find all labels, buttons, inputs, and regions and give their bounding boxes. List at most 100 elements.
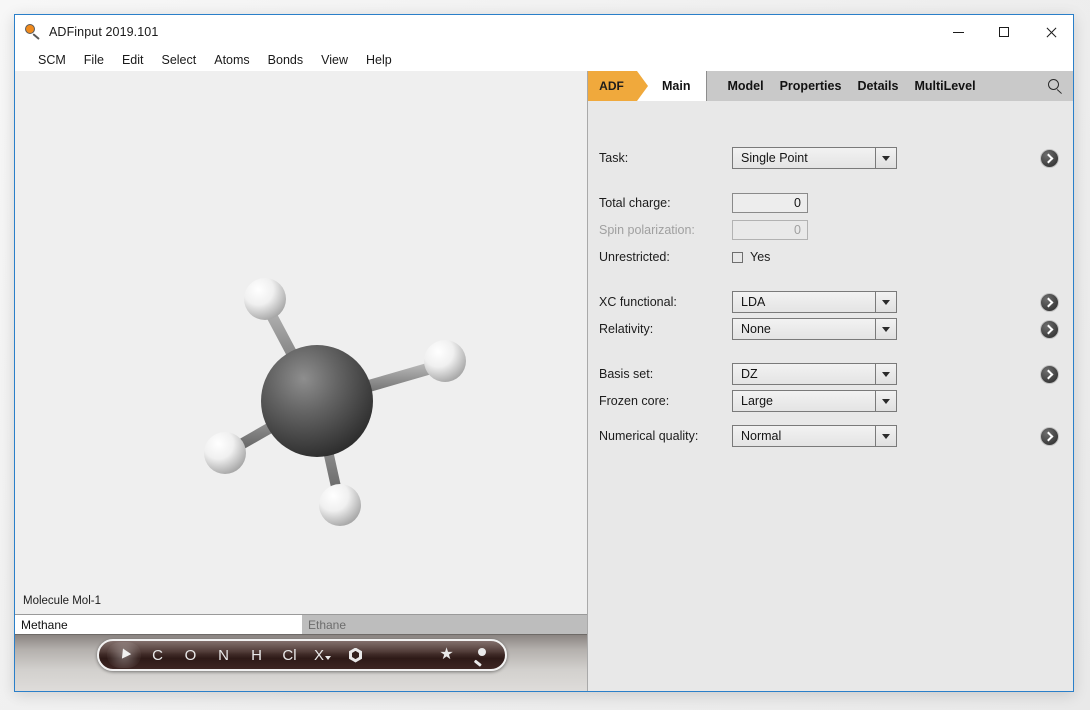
tool-settings[interactable]: ⚙ xyxy=(496,642,505,668)
task-detail-button[interactable] xyxy=(1040,148,1059,168)
row-xc-functional: XC functional: LDA xyxy=(588,291,1073,313)
basis-set-value: DZ xyxy=(733,364,875,384)
title-bar: ADFinput 2019.101 xyxy=(15,15,1073,49)
unrestricted-checkbox[interactable]: Yes xyxy=(732,250,770,264)
frozen-core-value: Large xyxy=(733,391,875,411)
row-spin-polarization: Spin polarization: 0 xyxy=(588,219,1073,241)
task-value: Single Point xyxy=(733,148,875,168)
close-button[interactable] xyxy=(1027,15,1073,49)
methane-molecule xyxy=(204,278,466,526)
tool-chlorine[interactable]: Cl xyxy=(273,642,306,668)
numerical-quality-value: Normal xyxy=(733,426,875,446)
tool-carbon[interactable]: C xyxy=(141,642,174,668)
unrestricted-label: Unrestricted: xyxy=(599,250,670,264)
tool-favorites[interactable]: ★ xyxy=(430,642,463,668)
unrestricted-yes-label: Yes xyxy=(750,250,771,264)
xc-functional-detail-button[interactable] xyxy=(1040,292,1059,312)
numerical-quality-label: Numerical quality: xyxy=(599,429,699,443)
row-total-charge: Total charge: 0 xyxy=(588,192,1073,214)
application-window: ADFinput 2019.101 SCM File Edit Select A… xyxy=(14,14,1074,692)
tab-adf[interactable]: ADF xyxy=(588,71,648,101)
row-numerical-quality: Numerical quality: Normal xyxy=(588,425,1073,447)
caret-down-icon xyxy=(325,655,331,660)
maximize-button[interactable] xyxy=(981,15,1027,49)
relativity-label: Relativity: xyxy=(599,322,654,336)
tool-pin[interactable] xyxy=(463,642,496,668)
xc-functional-value: LDA xyxy=(733,292,875,312)
spin-polarization-input: 0 xyxy=(732,220,808,240)
menu-bonds[interactable]: Bonds xyxy=(259,51,312,69)
basis-set-label: Basis set: xyxy=(599,367,654,381)
menu-atoms[interactable]: Atoms xyxy=(205,51,258,69)
maximize-icon xyxy=(999,27,1009,37)
window-title: ADFinput 2019.101 xyxy=(49,25,159,39)
chevron-right-icon xyxy=(1043,297,1054,307)
tab-multilevel[interactable]: MultiLevel xyxy=(906,79,983,93)
tab-properties[interactable]: Properties xyxy=(772,79,850,93)
chevron-down-icon xyxy=(875,426,896,446)
pin-icon xyxy=(473,647,486,667)
search-icon xyxy=(1048,79,1062,94)
search-button[interactable] xyxy=(1037,71,1073,101)
frozen-core-dropdown[interactable]: Large xyxy=(732,390,897,412)
cursor-arrow-icon xyxy=(117,648,131,662)
chevron-right-icon xyxy=(1043,431,1054,441)
menu-view[interactable]: View xyxy=(312,51,357,69)
total-charge-label: Total charge: xyxy=(599,196,671,210)
chevron-right-icon xyxy=(1043,324,1054,334)
xc-functional-dropdown[interactable]: LDA xyxy=(732,291,897,313)
numerical-quality-detail-button[interactable] xyxy=(1040,426,1059,446)
numerical-quality-dropdown[interactable]: Normal xyxy=(732,425,897,447)
menu-select[interactable]: Select xyxy=(152,51,205,69)
molecule-name-input[interactable]: Methane xyxy=(15,615,302,634)
basis-set-detail-button[interactable] xyxy=(1040,364,1059,384)
molecule-viewport[interactable]: Molecule Mol-1 xyxy=(15,71,587,614)
total-charge-input[interactable]: 0 xyxy=(732,193,808,213)
left-pane: Molecule Mol-1 Methane Ethane C O N H Cl… xyxy=(15,71,588,691)
basis-set-dropdown[interactable]: DZ xyxy=(732,363,897,385)
chevron-down-icon xyxy=(875,364,896,384)
relativity-detail-button[interactable] xyxy=(1040,319,1059,339)
carbon-atom xyxy=(261,345,373,457)
menu-edit[interactable]: Edit xyxy=(113,51,153,69)
checkbox-icon xyxy=(732,251,743,263)
tool-select-cursor[interactable] xyxy=(107,642,141,668)
tool-oxygen[interactable]: O xyxy=(174,642,207,668)
chevron-down-icon xyxy=(875,292,896,312)
settings-pane: ADF Main Model Properties Details MultiL… xyxy=(588,71,1073,691)
task-dropdown[interactable]: Single Point xyxy=(732,147,897,169)
chevron-down-icon xyxy=(875,319,896,339)
close-icon xyxy=(1045,27,1056,38)
desktop-background: ADFinput 2019.101 SCM File Edit Select A… xyxy=(0,0,1090,710)
tab-model[interactable]: Model xyxy=(719,79,771,93)
task-label: Task: xyxy=(599,151,629,165)
tool-hydrogen[interactable]: H xyxy=(240,642,273,668)
menu-bar: SCM File Edit Select Atoms Bonds View He… xyxy=(15,49,1073,71)
minimize-button[interactable] xyxy=(935,15,981,49)
tool-other-element-label: X xyxy=(313,646,324,664)
menu-file[interactable]: File xyxy=(75,51,113,69)
window-controls xyxy=(935,15,1073,49)
molecule-name-label: Molecule Mol-1 xyxy=(23,595,101,607)
row-basis-set: Basis set: DZ xyxy=(588,363,1073,385)
menu-scm[interactable]: SCM xyxy=(29,51,75,69)
tab-details[interactable]: Details xyxy=(849,79,906,93)
spin-polarization-label: Spin polarization: xyxy=(599,223,695,237)
menu-help[interactable]: Help xyxy=(357,51,401,69)
chevron-right-icon xyxy=(1043,369,1054,379)
relativity-dropdown[interactable]: None xyxy=(732,318,897,340)
tool-benzene-ring[interactable] xyxy=(339,642,372,668)
chevron-right-icon xyxy=(1043,153,1054,163)
row-relativity: Relativity: None xyxy=(588,318,1073,340)
molecule-name-row: Methane Ethane xyxy=(15,614,587,634)
tab-group: Model Properties Details MultiLevel xyxy=(706,71,1037,101)
minimize-icon xyxy=(952,31,964,33)
tool-other-element[interactable]: X xyxy=(306,642,339,668)
hexagon-icon xyxy=(349,647,362,663)
chevron-down-icon xyxy=(875,148,896,168)
molecule-name-alt-input[interactable]: Ethane xyxy=(302,615,587,634)
settings-form: Task: Single Point Total charge: 0 Spin … xyxy=(588,101,1073,691)
main-split: Molecule Mol-1 Methane Ethane C O N H Cl… xyxy=(15,71,1073,691)
tool-nitrogen[interactable]: N xyxy=(207,642,240,668)
frozen-core-label: Frozen core: xyxy=(599,394,670,408)
